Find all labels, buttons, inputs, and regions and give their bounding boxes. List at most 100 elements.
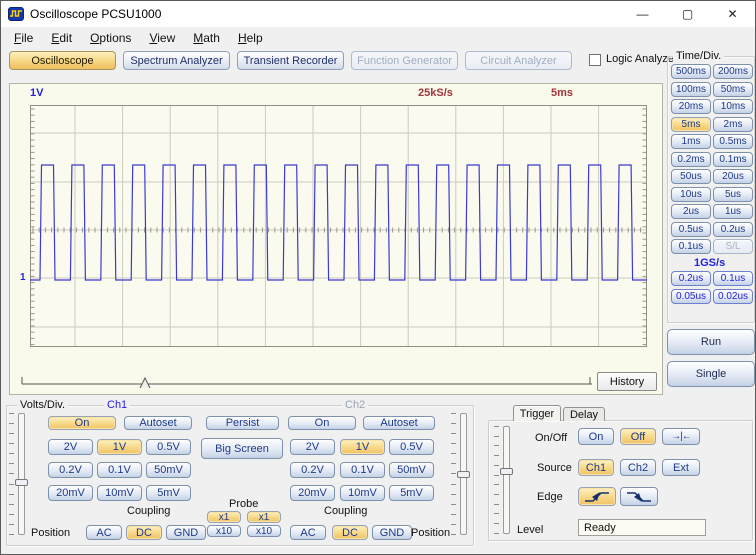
ch1-volts-0-1v[interactable]: 0.1V xyxy=(97,462,142,478)
ch2-coupling-gnd[interactable]: GND xyxy=(372,525,412,540)
trigger-edge-label: Edge xyxy=(537,491,563,503)
ch1-coupling-gnd[interactable]: GND xyxy=(166,525,206,540)
timediv-0-5ms[interactable]: 0.5ms xyxy=(713,134,753,149)
ch2-volts-20mv[interactable]: 20mV xyxy=(290,485,335,501)
trigger-source-ch1[interactable]: Ch1 xyxy=(578,459,614,476)
tab-trigger[interactable]: Trigger xyxy=(513,405,561,421)
tab-oscilloscope[interactable]: Oscilloscope xyxy=(9,51,116,70)
ch1-volts-50mv[interactable]: 50mV xyxy=(146,462,191,478)
persist-button[interactable]: Persist xyxy=(206,416,279,430)
timediv-gs-0-02us[interactable]: 0.02us xyxy=(713,289,753,304)
trigger-source-label: Source xyxy=(537,462,572,474)
tab-transient-recorder[interactable]: Transient Recorder xyxy=(237,51,344,70)
ch1-coupling-ac[interactable]: AC xyxy=(86,525,122,540)
voltsdiv-title: Volts/Div. xyxy=(17,399,68,411)
ch2-coupling-dc[interactable]: DC xyxy=(332,525,368,540)
rising-edge-icon[interactable] xyxy=(578,487,616,506)
ch1-volts-0-2v[interactable]: 0.2V xyxy=(48,462,93,478)
ch2-coupling-ac[interactable]: AC xyxy=(290,525,326,540)
ch1-volts-20mv[interactable]: 20mV xyxy=(48,485,93,501)
menu-file[interactable]: File xyxy=(5,29,42,47)
ch2-volts-5mv[interactable]: 5mV xyxy=(389,485,434,501)
trigger-center-icon[interactable]: →|← xyxy=(662,428,700,445)
tab-function-generator: Function Generator xyxy=(351,51,458,70)
ch1-autoset-button[interactable]: Autoset xyxy=(124,416,192,430)
close-icon[interactable]: ✕ xyxy=(710,1,755,27)
ch2-probe-x10[interactable]: x10 xyxy=(247,525,281,537)
trigger-status-field: Ready xyxy=(578,519,706,536)
timediv-gs-0-2us[interactable]: 0.2us xyxy=(671,271,711,286)
ch2-volts-0-2v[interactable]: 0.2V xyxy=(290,462,335,478)
ch2-volts-1v[interactable]: 1V xyxy=(340,439,385,455)
ch1-volts-2v[interactable]: 2V xyxy=(48,439,93,455)
channel1-position-marker[interactable]: 1 xyxy=(20,272,26,283)
big-screen-button[interactable]: Big Screen xyxy=(201,438,283,459)
single-button[interactable]: Single xyxy=(667,361,755,387)
ch1-volts-5mv[interactable]: 5mV xyxy=(146,485,191,501)
timediv-gs-0-1us[interactable]: 0.1us xyxy=(713,271,753,286)
ch2-autoset-button[interactable]: Autoset xyxy=(363,416,435,430)
tab-spectrum-analyzer[interactable]: Spectrum Analyzer xyxy=(123,51,230,70)
ch2-volts-50mv[interactable]: 50mV xyxy=(389,462,434,478)
timediv-100ms[interactable]: 100ms xyxy=(671,82,711,97)
run-button[interactable]: Run xyxy=(667,329,755,355)
menu-options[interactable]: Options xyxy=(81,29,140,47)
timediv-groupbox: 500ms200ms100ms50ms20ms10ms5ms2ms1ms0.5m… xyxy=(667,56,755,323)
ch1-on-button[interactable]: On xyxy=(48,416,116,430)
tab-delay[interactable]: Delay xyxy=(563,407,605,421)
logic-analyzer-checkbox[interactable] xyxy=(589,54,601,66)
timediv-200ms[interactable]: 200ms xyxy=(713,64,753,79)
ch1-volts-10mv[interactable]: 10mV xyxy=(97,485,142,501)
ch2-volts-0-1v[interactable]: 0.1V xyxy=(340,462,385,478)
timediv-2ms[interactable]: 2ms xyxy=(713,117,753,132)
ch1-position-label: Position xyxy=(31,527,70,539)
ch1-position-slider[interactable] xyxy=(9,413,27,535)
timediv-0-2ms[interactable]: 0.2ms xyxy=(671,152,711,167)
timediv-0-5us[interactable]: 0.5us xyxy=(671,222,711,237)
ch2-position-label: Position xyxy=(411,527,450,539)
trigger-off-button[interactable]: Off xyxy=(620,428,656,445)
ch1-volts-1v[interactable]: 1V xyxy=(97,439,142,455)
ch2-volts-0-5v[interactable]: 0.5V xyxy=(389,439,434,455)
timediv-gs-0-05us[interactable]: 0.05us xyxy=(671,289,711,304)
timediv-10us[interactable]: 10us xyxy=(671,187,711,202)
trigger-on-button[interactable]: On xyxy=(578,428,614,445)
ch1-probe-x10[interactable]: x10 xyxy=(207,525,241,537)
trigger-level-slider[interactable] xyxy=(494,426,512,534)
ch1-probe-x1[interactable]: x1 xyxy=(207,511,241,523)
timediv-0-1us[interactable]: 0.1us xyxy=(671,239,711,254)
timediv-2us[interactable]: 2us xyxy=(671,204,711,219)
trigger-source-ch2[interactable]: Ch2 xyxy=(620,459,656,476)
horizontal-position-slider[interactable] xyxy=(18,372,596,390)
timediv-50ms[interactable]: 50ms xyxy=(713,82,753,97)
ch2-volts-10mv[interactable]: 10mV xyxy=(340,485,385,501)
menu-edit[interactable]: Edit xyxy=(42,29,81,47)
trigger-source-ext[interactable]: Ext xyxy=(662,459,700,476)
timediv-0-2us[interactable]: 0.2us xyxy=(713,222,753,237)
menu-math[interactable]: Math xyxy=(184,29,229,47)
menu-help[interactable]: Help xyxy=(229,29,272,47)
timediv-1ms[interactable]: 1ms xyxy=(671,134,711,149)
ch2-probe-x1[interactable]: x1 xyxy=(247,511,281,523)
ch2-position-slider[interactable] xyxy=(451,413,469,535)
ch1-coupling-label: Coupling xyxy=(127,505,170,517)
maximize-icon[interactable]: ▢ xyxy=(665,1,710,27)
ch2-on-button[interactable]: On xyxy=(288,416,356,430)
timediv-5ms[interactable]: 5ms xyxy=(671,117,711,132)
timediv-50us[interactable]: 50us xyxy=(671,169,711,184)
falling-edge-icon[interactable] xyxy=(620,487,658,506)
ch1-coupling-dc[interactable]: DC xyxy=(126,525,162,540)
timediv-20ms[interactable]: 20ms xyxy=(671,99,711,114)
timediv-500ms[interactable]: 500ms xyxy=(671,64,711,79)
timediv-1us[interactable]: 1us xyxy=(713,204,753,219)
ch1-volts-0-5v[interactable]: 0.5V xyxy=(146,439,191,455)
timediv-20us[interactable]: 20us xyxy=(713,169,753,184)
history-button[interactable]: History xyxy=(597,372,657,391)
minimize-icon[interactable]: — xyxy=(620,1,665,27)
ch2-volts-2v[interactable]: 2V xyxy=(290,439,335,455)
timediv-5us[interactable]: 5us xyxy=(713,187,753,202)
timediv-0-1ms[interactable]: 0.1ms xyxy=(713,152,753,167)
scope-sample-rate-label: 25kS/s xyxy=(418,87,453,99)
menu-view[interactable]: View xyxy=(140,29,184,47)
timediv-10ms[interactable]: 10ms xyxy=(713,99,753,114)
